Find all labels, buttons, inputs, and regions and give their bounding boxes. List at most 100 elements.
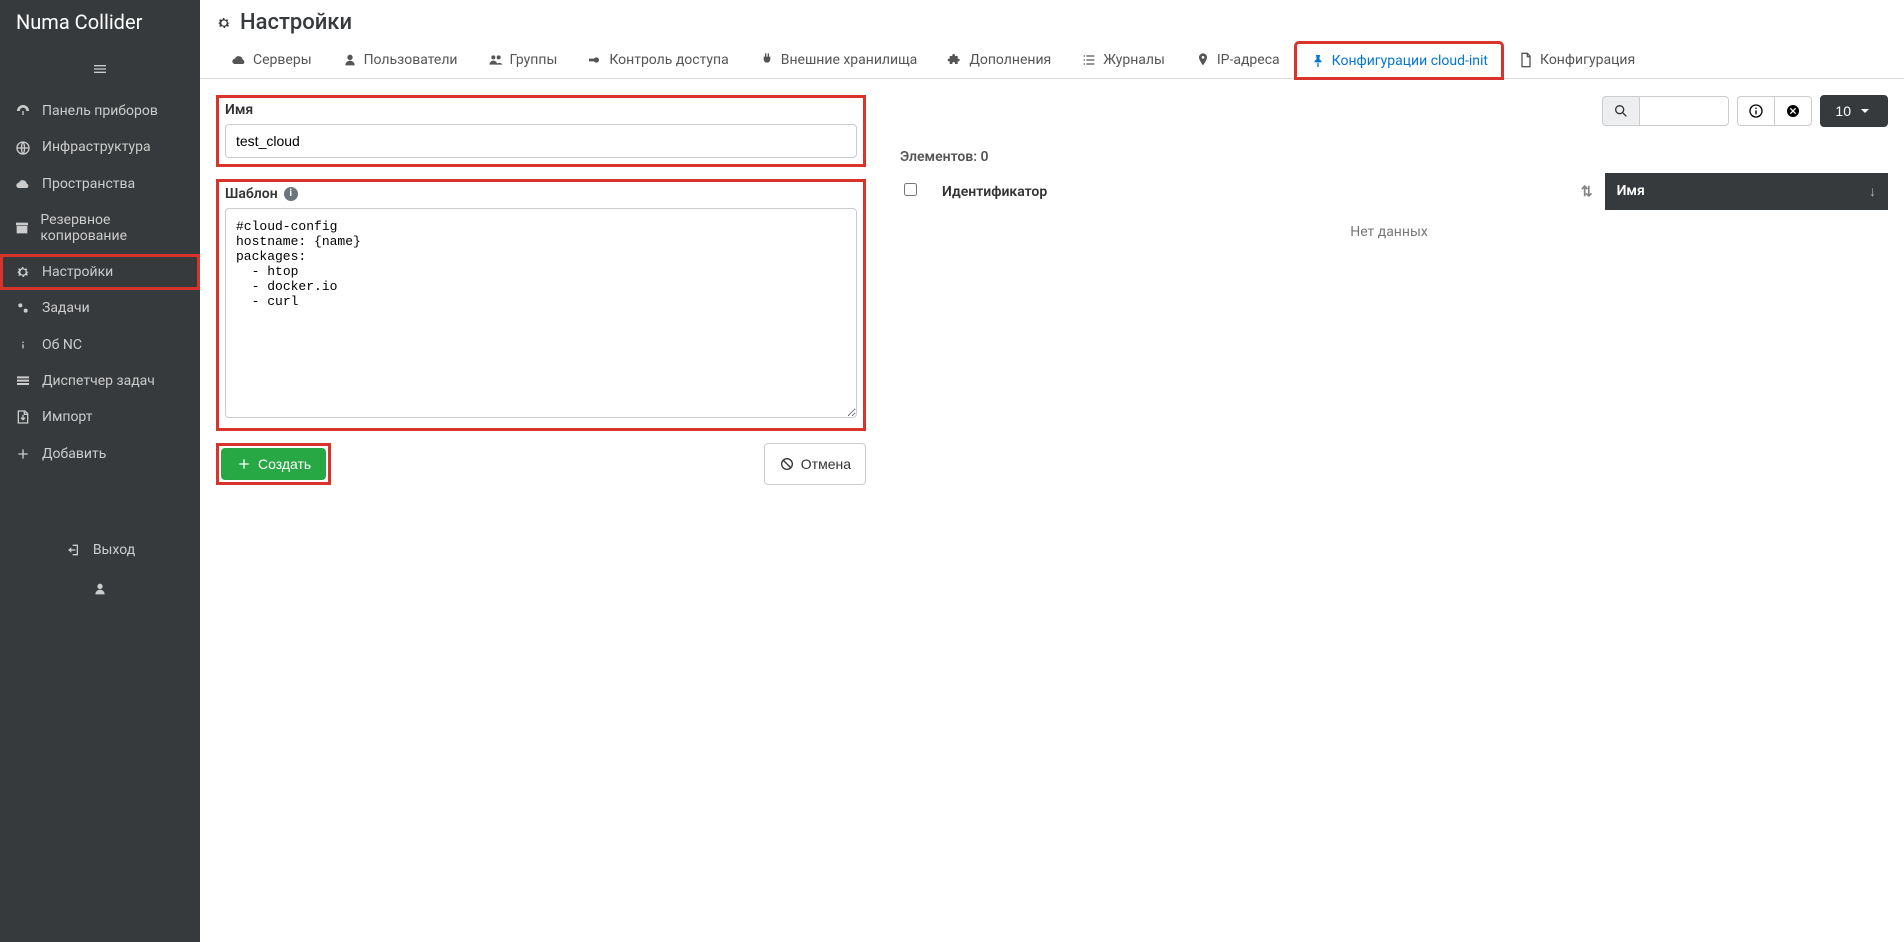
name-input[interactable] [225, 124, 857, 158]
ban-icon [779, 456, 795, 472]
tab-cloud-init[interactable]: Конфигурации cloud-init [1295, 42, 1503, 79]
sidebar-item-label: Об NC [42, 337, 82, 353]
page-header: Настройки [200, 0, 1904, 41]
template-label: Шаблон i [225, 186, 857, 202]
sidebar-item-label: Панель приборов [42, 103, 158, 119]
info-button[interactable] [1737, 96, 1774, 126]
form-column: Имя Шаблон i Создать [216, 95, 866, 485]
pin-icon [1195, 52, 1211, 68]
archive-icon [14, 220, 30, 236]
gear-icon [14, 264, 32, 280]
sidebar-item-label: Диспетчер задач [42, 373, 155, 389]
sidebar-bottom: Выход [0, 532, 200, 607]
user-icon [92, 581, 108, 597]
sidebar: Numa Collider Панель приборов Инфраструк… [0, 0, 200, 942]
sort-icon: ⇅ [1581, 184, 1593, 200]
user-icon [342, 52, 358, 68]
name-label: Имя [225, 102, 857, 118]
create-button[interactable]: Создать [221, 448, 326, 480]
sidebar-item-add[interactable]: Добавить [0, 435, 200, 471]
sidebar-item-spaces[interactable]: Пространства [0, 166, 200, 202]
list-toolbar: 10 [890, 95, 1888, 127]
sidebar-item-label: Настройки [42, 264, 113, 280]
data-table: Идентификатор⇅ Имя↓ [890, 173, 1888, 210]
sidebar-item-dashboard[interactable]: Панель приборов [0, 93, 200, 129]
page-size-dropdown[interactable]: 10 [1820, 95, 1888, 127]
gear-icon [216, 15, 232, 31]
template-textarea[interactable] [225, 208, 857, 418]
sidebar-item-label: Добавить [42, 446, 106, 462]
tab-acl[interactable]: Контроль доступа [572, 41, 743, 78]
sidebar-item-taskmanager[interactable]: Диспетчер задач [0, 363, 200, 399]
sidebar-item-infrastructure[interactable]: Инфраструктура [0, 129, 200, 165]
gears-icon [14, 300, 32, 316]
sidebar-nav: Панель приборов Инфраструктура Пространс… [0, 93, 200, 472]
clear-button[interactable] [1774, 96, 1812, 126]
signout-icon [65, 542, 83, 558]
bars-icon [92, 61, 108, 77]
tab-users[interactable]: Пользователи [327, 41, 473, 78]
search-group [1602, 96, 1729, 126]
sidebar-item-label: Импорт [42, 409, 92, 425]
form-actions: Создать Отмена [216, 443, 866, 485]
tab-servers[interactable]: Серверы [216, 41, 327, 78]
info-icon [14, 336, 32, 352]
tab-remotes[interactable]: Внешние хранилища [744, 41, 933, 78]
col-name[interactable]: Имя↓ [1605, 173, 1888, 210]
plus-icon [14, 445, 32, 461]
search-addon [1602, 96, 1639, 126]
sidebar-item-tasks[interactable]: Задачи [0, 290, 200, 326]
brand-title: Numa Collider [0, 0, 200, 44]
logout-button[interactable]: Выход [0, 532, 200, 568]
list-column: 10 Элементов: 0 Идентификатор⇅ Имя↓ Нет … [890, 95, 1888, 254]
thumbtack-icon [1310, 53, 1326, 69]
cloud-icon [231, 52, 247, 68]
dashboard-icon [14, 103, 32, 119]
caret-down-icon [1857, 103, 1873, 119]
col-identifier[interactable]: Идентификатор⇅ [930, 173, 1605, 210]
name-group: Имя [216, 95, 866, 167]
tab-config[interactable]: Конфигурация [1503, 41, 1650, 78]
globe-icon [14, 139, 32, 155]
sort-down-icon: ↓ [1869, 183, 1876, 200]
sidebar-item-label: Резервное копирование [40, 212, 186, 244]
sidebar-item-settings[interactable]: Настройки [0, 254, 200, 290]
tasks-icon [14, 373, 32, 389]
cloud-icon [14, 176, 32, 192]
plus-icon [236, 456, 252, 472]
times-circle-icon [1785, 103, 1801, 119]
sidebar-item-import[interactable]: Импорт [0, 399, 200, 435]
search-icon [1613, 103, 1629, 119]
sidebar-item-about[interactable]: Об NC [0, 326, 200, 362]
sidebar-item-label: Задачи [42, 300, 90, 316]
no-data-message: Нет данных [890, 210, 1888, 254]
search-input[interactable] [1639, 96, 1729, 126]
tab-plugins[interactable]: Дополнения [932, 41, 1066, 78]
count-label: Элементов: 0 [890, 141, 1888, 173]
puzzle-icon [947, 52, 963, 68]
sidebar-item-backup[interactable]: Резервное копирование [0, 202, 200, 254]
cancel-button[interactable]: Отмена [764, 443, 866, 485]
menu-toggle[interactable] [0, 44, 200, 93]
tab-logs[interactable]: Журналы [1066, 41, 1180, 78]
list-icon [1081, 52, 1097, 68]
info-icon[interactable]: i [284, 187, 298, 201]
user-avatar[interactable] [0, 568, 200, 607]
main-content: Настройки Серверы Пользователи Группы Ко… [200, 0, 1904, 942]
import-icon [14, 409, 32, 425]
file-icon [1518, 52, 1534, 68]
page-title: Настройки [240, 10, 352, 35]
template-group: Шаблон i [216, 179, 866, 431]
logout-label: Выход [93, 542, 135, 558]
tab-groups[interactable]: Группы [473, 41, 573, 78]
sidebar-item-label: Инфраструктура [42, 139, 151, 155]
plug-icon [759, 52, 775, 68]
tab-ips[interactable]: IP-адреса [1180, 41, 1295, 78]
sidebar-item-label: Пространства [42, 176, 135, 192]
key-icon [587, 52, 603, 68]
icon-button-group [1737, 96, 1812, 126]
tabs: Серверы Пользователи Группы Контроль дос… [200, 41, 1904, 79]
group-icon [488, 52, 504, 68]
info-circle-icon [1748, 103, 1764, 119]
select-all-checkbox[interactable] [904, 183, 917, 196]
